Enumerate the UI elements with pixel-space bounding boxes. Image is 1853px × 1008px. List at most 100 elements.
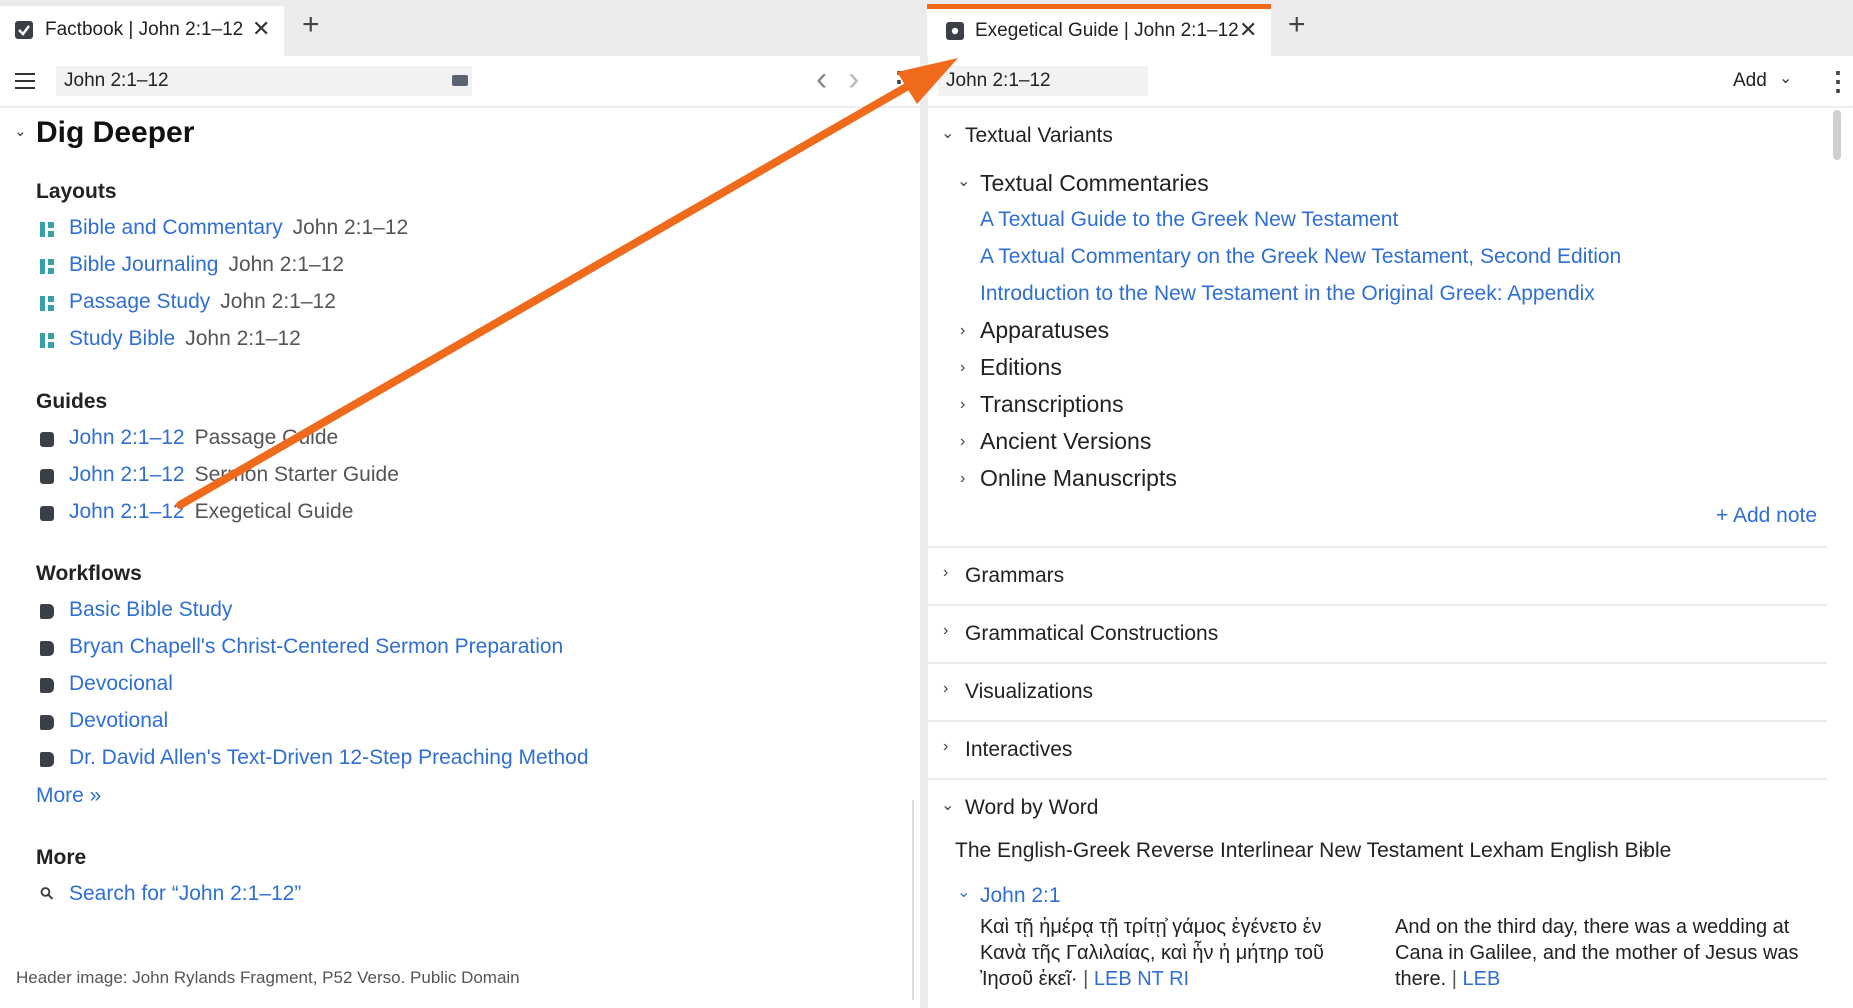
workflow-link[interactable]: Basic Bible Study (69, 598, 232, 622)
greek-line: Κανὰ τῆς Γαλιλαίας, καὶ ἦν ἡ μήτηρ τοῦ (980, 942, 1324, 964)
grammars-section[interactable]: › Grammars (927, 548, 1827, 606)
section-title[interactable]: Visualizations (965, 680, 1093, 704)
workflow-link[interactable]: Bryan Chapell's Christ-Centered Sermon P… (69, 635, 563, 659)
section-title[interactable]: Word by Word (965, 796, 1098, 820)
layout-icon (40, 259, 54, 274)
workflows-more-link[interactable]: More » (36, 784, 101, 808)
tab-factbook[interactable]: Factbook | John 2:1–12 ✕ (0, 6, 284, 56)
more-title: More (36, 846, 87, 869)
commentary-link[interactable]: A Textual Guide to the Greek New Testame… (980, 208, 1398, 232)
layout-link[interactable]: Study Bible John 2:1–12 (69, 327, 301, 351)
more-menu-icon[interactable]: ⋮ (886, 66, 912, 97)
commentary-link[interactable]: A Textual Commentary on the Greek New Te… (980, 245, 1621, 269)
chevron-right-icon[interactable]: › (943, 564, 948, 582)
back-icon[interactable]: ‹ (816, 60, 827, 99)
layout-icon (40, 222, 54, 237)
close-icon[interactable]: ✕ (1239, 17, 1257, 43)
english-ref-link[interactable]: LEB (1462, 968, 1500, 990)
word-by-word-section: ⌄ Word by Word The English-Greek Reverse… (927, 780, 1827, 1008)
workflow-link[interactable]: Devocional (69, 672, 173, 696)
search-icon (40, 887, 54, 900)
chevron-down-icon[interactable]: ⌄ (941, 123, 954, 143)
chevron-right-icon[interactable]: › (960, 359, 965, 377)
dig-deeper-title: Dig Deeper (36, 116, 195, 149)
keyboard-icon[interactable] (452, 75, 468, 86)
reference-input[interactable]: John 2:1–12 (938, 66, 1148, 96)
workflow-icon (40, 715, 54, 730)
footer-caption: Header image: John Rylands Fragment, P52… (16, 968, 520, 987)
greek-line: Ἰησοῦ ἐκεῖ· (980, 968, 1078, 990)
chevron-down-icon[interactable]: ⌄ (1639, 838, 1652, 858)
guide-link[interactable]: John 2:1–12 Exegetical Guide (69, 500, 353, 524)
chevron-down-icon[interactable]: ⌄ (957, 171, 970, 191)
chevron-right-icon[interactable]: › (943, 738, 948, 756)
guide-link[interactable]: John 2:1–12 Sermon Starter Guide (69, 463, 399, 487)
chevron-down-icon[interactable]: ⌄ (957, 882, 970, 902)
guide-icon (40, 469, 54, 484)
subsection-title[interactable]: Transcriptions (980, 391, 1124, 418)
right-scrollbar-thumb[interactable] (1833, 110, 1841, 160)
tab-exegetical-guide[interactable]: Exegetical Guide | John 2:1–12 ✕ (927, 4, 1271, 56)
more-menu-icon[interactable]: ⋮ (1825, 66, 1851, 97)
chevron-right-icon[interactable]: › (943, 622, 948, 640)
guides-title: Guides (36, 390, 108, 413)
add-tab-button[interactable]: + (302, 10, 320, 40)
chevron-down-icon[interactable]: ⌄ (941, 795, 954, 815)
grammatical-constructions-section[interactable]: › Grammatical Constructions (927, 606, 1827, 664)
left-scrollbar-track[interactable] (912, 800, 914, 1000)
search-link[interactable]: Search for “John 2:1–12” (69, 882, 301, 906)
close-icon[interactable]: ✕ (252, 16, 270, 42)
subsection-title[interactable]: Textual Commentaries (980, 170, 1209, 197)
greek-ref-link[interactable]: LEB NT RI (1094, 968, 1189, 990)
add-note-button[interactable]: + Add note (1716, 504, 1817, 528)
right-toolbar: John 2:1–12 Add ⌄ ⋮ (928, 56, 1853, 108)
greek-line: Καὶ τῇ ἡμέρᾳ τῇ τρίτῃ͐ γάμος ἐγένετο ἐν (980, 916, 1322, 938)
chevron-right-icon[interactable]: › (960, 470, 965, 488)
workflows-title: Workflows (36, 562, 142, 585)
reference-input[interactable]: John 2:1–12 (56, 66, 472, 96)
layout-link[interactable]: Passage Study John 2:1–12 (69, 290, 336, 314)
textual-variants-section: ⌄ Textual Variants ⌄ Textual Commentarie… (927, 108, 1827, 548)
layout-icon (40, 296, 54, 311)
chevron-right-icon[interactable]: › (960, 433, 965, 451)
section-title[interactable]: Textual Variants (965, 124, 1113, 148)
section-title[interactable]: Interactives (965, 738, 1072, 762)
section-title[interactable]: Grammatical Constructions (965, 622, 1218, 646)
resource-selector[interactable]: The English-Greek Reverse Interlinear Ne… (955, 839, 1671, 863)
english-line: there. (1395, 968, 1447, 990)
chevron-right-icon[interactable]: › (960, 396, 965, 414)
subsection-title[interactable]: Ancient Versions (980, 428, 1151, 455)
subsection-title[interactable]: Apparatuses (980, 317, 1109, 344)
english-line: Cana in Galilee, and the mother of Jesus… (1395, 942, 1799, 964)
left-toolbar: John 2:1–12 ‹ › ⋮ (0, 56, 920, 108)
workflow-link[interactable]: Devotional (69, 709, 168, 733)
add-tab-button[interactable]: + (1288, 10, 1306, 40)
workflow-icon (40, 752, 54, 767)
forward-icon[interactable]: › (848, 60, 859, 99)
chevron-right-icon[interactable]: › (960, 322, 965, 340)
subsection-title[interactable]: Online Manuscripts (980, 465, 1177, 492)
layout-link[interactable]: Bible Journaling John 2:1–12 (69, 253, 344, 277)
visualizations-section[interactable]: › Visualizations (927, 664, 1827, 722)
tab-label: Exegetical Guide | John 2:1–12 (975, 20, 1239, 41)
add-button[interactable]: Add (1733, 70, 1767, 92)
verse-link[interactable]: John 2:1 (980, 884, 1061, 908)
hamburger-icon[interactable] (15, 73, 35, 89)
guide-link[interactable]: John 2:1–12 Passage Guide (69, 426, 338, 450)
guide-icon (40, 506, 54, 521)
dig-deeper-chevron[interactable]: ⌄ (14, 122, 27, 140)
commentary-link[interactable]: Introduction to the New Testament in the… (980, 282, 1595, 306)
workflow-icon (40, 678, 54, 693)
guide-icon (40, 432, 54, 447)
chevron-down-icon[interactable]: ⌄ (1779, 68, 1792, 88)
workflow-link[interactable]: Dr. David Allen's Text-Driven 12-Step Pr… (69, 746, 589, 770)
subsection-title[interactable]: Editions (980, 354, 1062, 381)
english-text: And on the third day, there was a weddin… (1395, 916, 1799, 990)
tab-bar: Factbook | John 2:1–12 ✕ + Exegetical Gu… (0, 0, 1853, 56)
interactives-section[interactable]: › Interactives (927, 722, 1827, 780)
section-title[interactable]: Grammars (965, 564, 1064, 588)
greek-text: Καὶ τῇ ἡμέρᾳ τῇ τρίτῃ͐ γάμος ἐγένετο ἐν … (980, 916, 1324, 990)
layout-link[interactable]: Bible and Commentary John 2:1–12 (69, 216, 408, 240)
workflow-icon (40, 604, 54, 619)
chevron-right-icon[interactable]: › (943, 680, 948, 698)
